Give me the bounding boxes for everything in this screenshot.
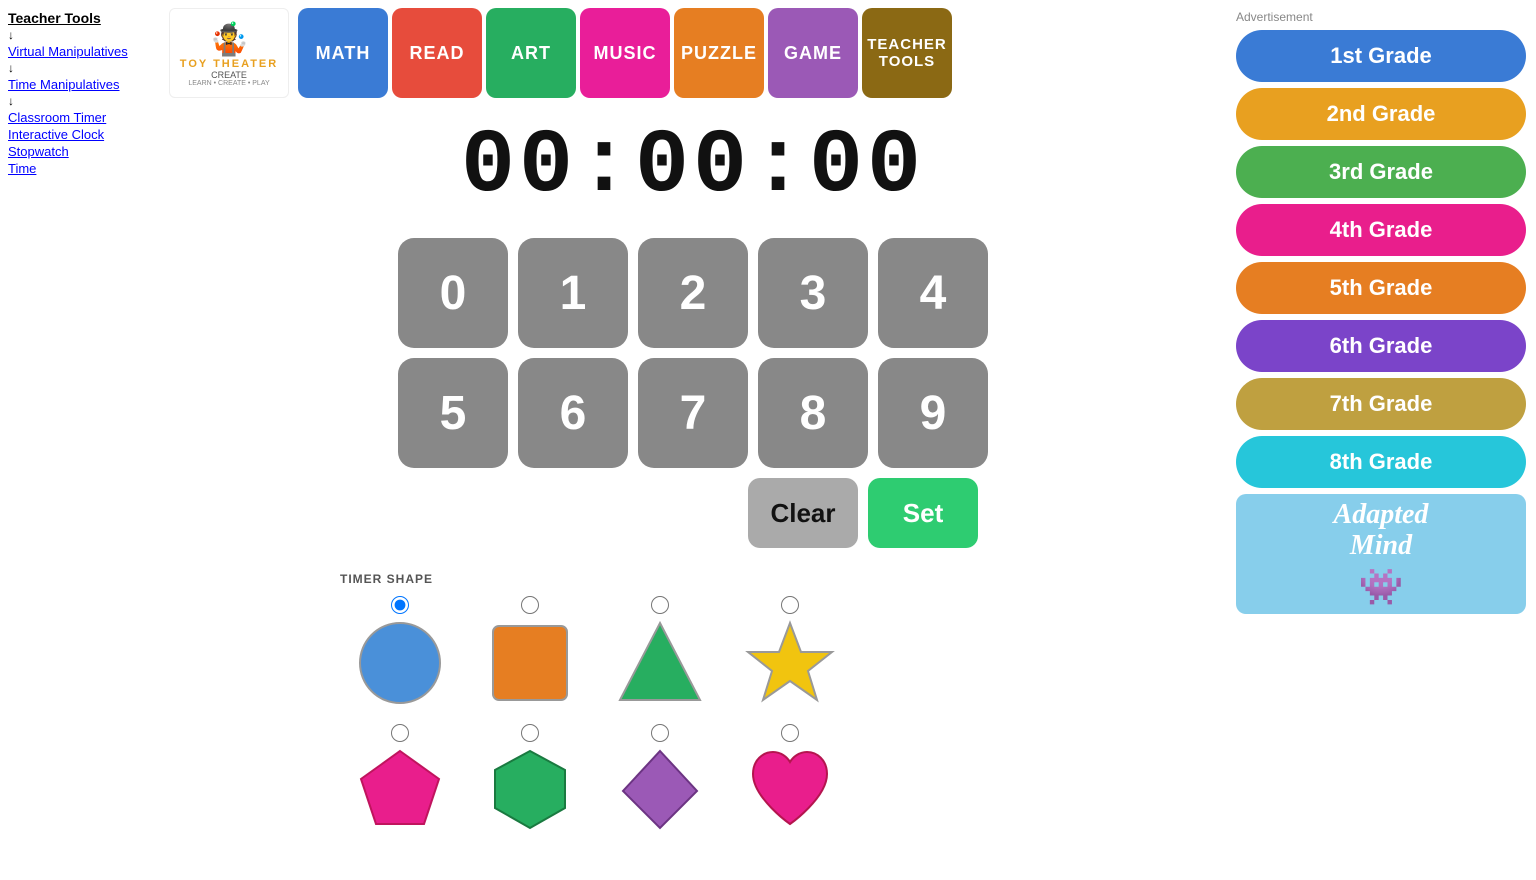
shape-visual-star — [740, 618, 840, 708]
grade-8-button[interactable]: 8th Grade — [1236, 436, 1526, 488]
nav-teacher-button[interactable]: TEACHER TOOLS — [862, 8, 952, 98]
sidebar-item-virtual-manip[interactable]: Virtual Manipulatives — [8, 44, 152, 59]
key-5[interactable]: 5 — [398, 358, 508, 468]
shape-visual-diamond — [610, 746, 710, 836]
grade-2-button[interactable]: 2nd Grade — [1236, 88, 1526, 140]
top-navigation: 🤹 TOY THEATER CREATE LEARN • CREATE • PL… — [160, 0, 1226, 106]
logo-area: 🤹 TOY THEATER CREATE LEARN • CREATE • PL… — [164, 8, 294, 98]
toy-theater-logo[interactable]: 🤹 TOY THEATER CREATE LEARN • CREATE • PL… — [169, 8, 289, 98]
logo-name: TOY THEATER — [180, 58, 278, 70]
shape-option-triangle[interactable] — [600, 596, 720, 708]
nav-read-button[interactable]: READ — [392, 8, 482, 98]
arrow-3: ↓ — [8, 94, 152, 108]
timer-shape-label: TIMER SHAPE — [340, 572, 1226, 586]
shape-radio-heart[interactable] — [781, 724, 799, 742]
shape-option-star[interactable] — [730, 596, 850, 708]
shape-radio-triangle[interactable] — [651, 596, 669, 614]
clear-button[interactable]: Clear — [748, 478, 858, 548]
grade-5-button[interactable]: 5th Grade — [1236, 262, 1526, 314]
ad-sidebar: Advertisement 1st Grade 2nd Grade 3rd Gr… — [1226, 0, 1536, 880]
logo-face-icon: 🤹 — [209, 20, 249, 58]
arrow-2: ↓ — [8, 61, 152, 75]
sidebar-item-time-manip[interactable]: Time Manipulatives — [8, 77, 152, 92]
key-0[interactable]: 0 — [398, 238, 508, 348]
grade-3-button[interactable]: 3rd Grade — [1236, 146, 1526, 198]
sidebar-item-stopwatch[interactable]: Stopwatch — [8, 144, 152, 159]
key-2[interactable]: 2 — [638, 238, 748, 348]
sidebar-item-classroom-timer[interactable]: Classroom Timer — [8, 110, 152, 125]
shapes-grid — [340, 596, 1226, 836]
key-4[interactable]: 4 — [878, 238, 988, 348]
nav-art-button[interactable]: ART — [486, 8, 576, 98]
key-1[interactable]: 1 — [518, 238, 628, 348]
shape-radio-hexagon[interactable] — [521, 724, 539, 742]
shape-visual-pentagon — [350, 746, 450, 836]
shape-visual-circle — [350, 618, 450, 708]
key-6[interactable]: 6 — [518, 358, 628, 468]
shape-option-square[interactable] — [470, 596, 590, 708]
timer-shape-section: TIMER SHAPE — [340, 572, 1226, 836]
logo-tagline: LEARN • CREATE • PLAY — [188, 80, 269, 87]
shape-option-diamond[interactable] — [600, 724, 720, 836]
main-content: 🤹 TOY THEATER CREATE LEARN • CREATE • PL… — [160, 0, 1226, 880]
sidebar-teacher-tools-title[interactable]: Teacher Tools — [8, 10, 152, 26]
key-3[interactable]: 3 — [758, 238, 868, 348]
shape-visual-square — [480, 618, 580, 708]
sidebar: Teacher Tools ↓ Virtual Manipulatives ↓ … — [0, 0, 160, 880]
grade-6-button[interactable]: 6th Grade — [1236, 320, 1526, 372]
grade-1-button[interactable]: 1st Grade — [1236, 30, 1526, 82]
shape-radio-pentagon[interactable] — [391, 724, 409, 742]
nav-music-button[interactable]: MUSIC — [580, 8, 670, 98]
key-9[interactable]: 9 — [878, 358, 988, 468]
shape-option-heart[interactable] — [730, 724, 850, 836]
nav-game-button[interactable]: GAME — [768, 8, 858, 98]
grade-4-button[interactable]: 4th Grade — [1236, 204, 1526, 256]
set-button[interactable]: Set — [868, 478, 978, 548]
action-row: Clear Set — [408, 478, 978, 548]
shape-radio-star[interactable] — [781, 596, 799, 614]
shape-radio-diamond[interactable] — [651, 724, 669, 742]
adapted-mind-text: AdaptedMind — [1334, 500, 1429, 562]
key-7[interactable]: 7 — [638, 358, 748, 468]
sidebar-item-interactive-clock[interactable]: Interactive Clock — [8, 127, 152, 142]
key-8[interactable]: 8 — [758, 358, 868, 468]
shape-option-circle[interactable] — [340, 596, 460, 708]
keypad-row-2: 5 6 7 8 9 — [398, 358, 988, 468]
shape-radio-circle[interactable] — [391, 596, 409, 614]
shape-visual-heart — [740, 746, 840, 836]
sidebar-item-time[interactable]: Time — [8, 161, 152, 176]
shape-visual-hexagon — [480, 746, 580, 836]
timer-display: 00:00:00 — [160, 116, 1226, 218]
shape-visual-triangle — [610, 618, 710, 708]
arrow-1: ↓ — [8, 28, 152, 42]
adapted-mind-monster-icon: 👾 — [1359, 566, 1404, 608]
shape-option-pentagon[interactable] — [340, 724, 460, 836]
keypad-row-1: 0 1 2 3 4 — [398, 238, 988, 348]
ad-label: Advertisement — [1236, 10, 1526, 24]
keypad: 0 1 2 3 4 5 6 7 8 9 — [160, 238, 1226, 468]
grade-7-button[interactable]: 7th Grade — [1236, 378, 1526, 430]
nav-puzzle-button[interactable]: PUZZLE — [674, 8, 764, 98]
shape-radio-square[interactable] — [521, 596, 539, 614]
adapted-mind-ad[interactable]: AdaptedMind 👾 — [1236, 494, 1526, 614]
nav-math-button[interactable]: MATH — [298, 8, 388, 98]
logo-sub: CREATE — [211, 70, 247, 80]
shape-option-hexagon[interactable] — [470, 724, 590, 836]
